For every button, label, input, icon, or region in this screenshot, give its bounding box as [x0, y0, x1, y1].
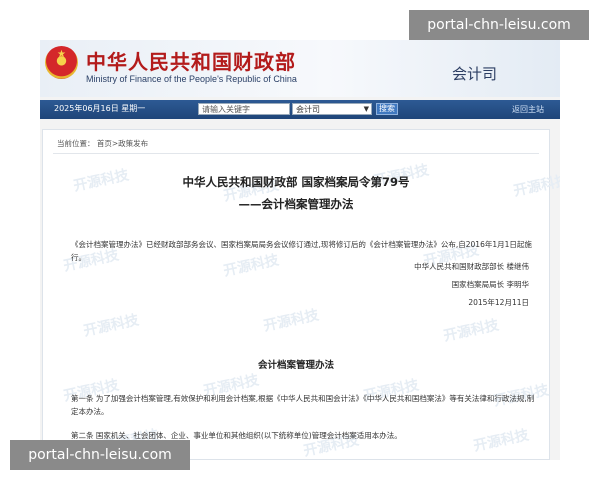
- watermark: 开源科技: [442, 317, 501, 345]
- site-watermark-top: portal-chn-leisu.com: [409, 10, 589, 40]
- current-date: 2025年06月16日 星期一: [54, 104, 146, 113]
- breadcrumb[interactable]: 当前位置： 首页>政策发布: [57, 138, 148, 149]
- scope-select[interactable]: 会计司 ▼: [292, 103, 372, 115]
- chevron-down-icon: ▼: [363, 105, 369, 113]
- scope-select-value: 会计司: [296, 105, 320, 114]
- search-input[interactable]: 请输入关键字: [198, 103, 290, 115]
- webpage-screenshot: ★ 中华人民共和国财政部 Ministry of Finance of the …: [40, 40, 560, 460]
- divider: [53, 153, 539, 154]
- section-title: 会计档案管理办法: [257, 360, 334, 371]
- document-subtitle: ——会计档案管理办法: [238, 197, 354, 211]
- search-button[interactable]: 搜索: [376, 103, 398, 115]
- document-title: 中华人民共和国财政部 国家档案局令第79号: [182, 175, 410, 189]
- nav-bar: 2025年06月16日 星期一 请输入关键字 会计司 ▼ 搜索 返回主站: [40, 100, 560, 119]
- site-title[interactable]: 中华人民共和国财政部: [86, 46, 296, 75]
- signatory-archives: 国家档案局局长 李明华: [451, 280, 529, 289]
- department-name: 会计司: [452, 65, 498, 83]
- article-1: 第一条 为了加强会计档案管理,有效保护和利用会计档案,根据《中华人民共和国会计法…: [71, 394, 535, 416]
- site-header: ★ 中华人民共和国财政部 Ministry of Finance of the …: [40, 40, 560, 97]
- site-subtitle: Ministry of Finance of the People's Repu…: [86, 74, 297, 84]
- watermark: 开源科技: [82, 312, 141, 340]
- site-watermark-bottom: portal-chn-leisu.com: [10, 440, 190, 470]
- return-home-link[interactable]: 返回主站: [512, 104, 544, 115]
- signatory-finance: 中华人民共和国财政部部长 楼继伟: [414, 262, 529, 271]
- national-emblem-icon: ★: [45, 46, 78, 79]
- sign-date: 2015年12月11日: [468, 298, 529, 307]
- article-panel: 当前位置： 首页>政策发布 开源科技 开源科技 开源科技 开源科技 开源科技 开…: [42, 129, 560, 460]
- watermark: 开源科技: [262, 307, 321, 335]
